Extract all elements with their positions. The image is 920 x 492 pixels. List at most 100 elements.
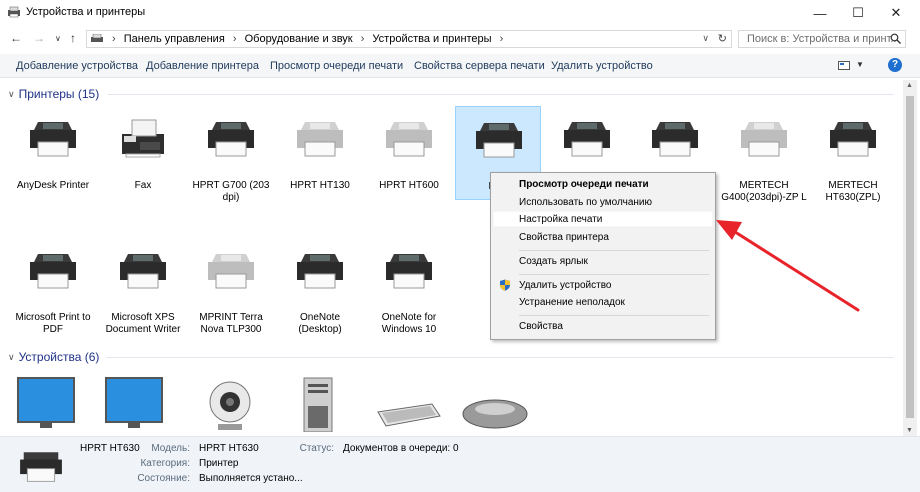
printer-icon — [295, 116, 345, 160]
minimize-button[interactable]: — — [800, 0, 840, 26]
webcam-icon[interactable] — [200, 376, 260, 435]
breadcrumb-control-panel[interactable]: Панель управления — [124, 33, 225, 45]
printers-group-header[interactable]: ∨ Принтеры (15) — [8, 87, 99, 101]
printer-label: MERTECH G400(203dpi)-ZP L — [721, 180, 807, 203]
breadcrumb-hardware-sound[interactable]: Оборудование и звук — [245, 33, 353, 45]
uac-shield-icon — [500, 279, 510, 291]
forward-arrow-icon[interactable]: → — [33, 31, 45, 45]
printer-icon — [384, 248, 434, 292]
menu-item-set-default[interactable]: Использовать по умолчанию — [519, 197, 652, 208]
printer-icon — [562, 116, 612, 160]
printer-icon — [118, 248, 168, 292]
menu-item-view-queue[interactable]: Просмотр очереди печати — [519, 179, 649, 190]
details-model-value: HPRT HT630 — [199, 443, 259, 454]
breadcrumb: › Панель управления › Оборудование и зву… — [107, 33, 508, 45]
refresh-icon[interactable]: ↻ — [718, 32, 727, 45]
menu-item-printing-preferences[interactable]: Настройка печати — [519, 214, 602, 225]
context-menu: Просмотр очереди печати Использовать по … — [490, 172, 716, 340]
details-device-name: HPRT HT630 — [80, 443, 140, 454]
printer-label: Microsoft Print to PDF — [15, 312, 91, 335]
printer-label: MPRINT Terra Nova TLP300 — [199, 312, 263, 335]
menu-item-properties[interactable]: Свойства — [519, 321, 563, 332]
window-title: Устройства и принтеры — [26, 6, 146, 18]
printer-label: Fax — [134, 180, 152, 191]
printer-icon — [28, 248, 78, 292]
menu-separator — [519, 250, 709, 251]
details-category-value: Принтер — [199, 458, 239, 469]
close-button[interactable]: ✕ — [876, 0, 916, 26]
address-dropdown-icon[interactable]: ∨ — [702, 33, 709, 44]
scroll-down-icon[interactable]: ▼ — [906, 427, 913, 434]
devices-group-title: Устройства (6) — [18, 350, 100, 364]
mouse-icon[interactable] — [460, 376, 530, 435]
details-status-key: Статус: — [299, 443, 334, 454]
help-icon[interactable]: ? — [888, 58, 902, 72]
up-arrow-icon[interactable]: ↑ — [70, 31, 76, 45]
scrollbar-thumb[interactable] — [906, 96, 914, 418]
details-state-value: Выполняется устано... — [199, 473, 303, 484]
add-printer-button[interactable]: Добавление принтера — [146, 60, 259, 72]
details-status-value: Документов в очереди: 0 — [343, 443, 459, 454]
printer-label: OneNote (Desktop) — [298, 312, 342, 335]
devices-group-header[interactable]: ∨ Устройства (6) — [8, 350, 99, 364]
computer-icon[interactable] — [288, 376, 348, 435]
breadcrumb-separator: › — [112, 33, 116, 45]
details-category-key: Категория: — [140, 458, 190, 469]
group-divider — [108, 94, 894, 95]
printers-group-title: Принтеры (15) — [18, 87, 100, 101]
printer-icon — [474, 117, 524, 161]
fax-icon — [118, 116, 168, 160]
printer-icon — [206, 248, 256, 292]
printer-label: OneNote for Windows 10 — [381, 312, 437, 335]
search-input[interactable]: Поиск в: Устройства и принт... — [738, 30, 906, 48]
view-dropdown-icon[interactable]: ▼ — [856, 60, 864, 69]
control-panel-icon — [91, 34, 103, 42]
printer-icon — [295, 248, 345, 292]
address-bar[interactable]: › Панель управления › Оборудование и зву… — [86, 30, 732, 48]
menu-item-remove-device[interactable]: Удалить устройство — [519, 280, 611, 291]
group-divider — [106, 357, 894, 358]
back-arrow-icon[interactable]: ← — [10, 31, 22, 45]
maximize-button[interactable]: ☐ — [838, 0, 878, 26]
printer-icon — [28, 116, 78, 160]
keyboard-icon[interactable] — [372, 376, 442, 435]
printer-label: Microsoft XPS Document Writer — [105, 312, 181, 335]
printer-icon — [20, 452, 62, 482]
print-server-properties-button[interactable]: Свойства сервера печати — [414, 60, 545, 72]
printer-label: HPRT G700 (203 dpi) — [192, 180, 270, 203]
collapse-chevron-icon[interactable]: ∨ — [8, 89, 15, 100]
devices-printers-icon — [8, 6, 20, 18]
menu-item-troubleshoot[interactable]: Устранение неполадок — [519, 297, 625, 308]
printer-label: AnyDesk Printer — [16, 180, 90, 191]
printer-icon — [828, 116, 878, 160]
monitor-icon[interactable] — [16, 376, 76, 435]
printer-label: HPRT HT130 — [290, 180, 350, 191]
scroll-up-icon[interactable]: ▲ — [906, 82, 913, 89]
printer-label: MERTECH HT630(ZPL) — [825, 180, 881, 203]
printer-icon — [384, 116, 434, 160]
menu-item-create-shortcut[interactable]: Создать ярлык — [519, 256, 588, 267]
printer-icon — [206, 116, 256, 160]
change-view-icon[interactable] — [838, 61, 850, 70]
menu-item-printer-properties[interactable]: Свойства принтера — [519, 232, 609, 243]
title-bar: Устройства и принтеры — ☐ ✕ — [0, 0, 920, 26]
printer-icon — [650, 116, 700, 160]
recent-chevron-down-icon[interactable]: ∨ — [55, 34, 61, 43]
details-state-key: Состояние: — [137, 473, 190, 484]
details-model-key: Модель: — [151, 443, 190, 454]
search-placeholder: Поиск в: Устройства и принт... — [747, 33, 900, 45]
vertical-scrollbar[interactable]: ▲ ▼ — [903, 80, 917, 436]
breadcrumb-separator: › — [499, 33, 504, 45]
monitor-icon[interactable] — [104, 376, 164, 435]
address-row: ← → ∨ ↑ › Панель управления › Оборудован… — [0, 28, 920, 50]
search-icon[interactable] — [890, 33, 901, 44]
remove-device-button[interactable]: Удалить устройство — [551, 60, 653, 72]
printer-label: HPRT HT600 — [379, 180, 439, 191]
menu-separator — [519, 315, 709, 316]
collapse-chevron-icon[interactable]: ∨ — [8, 352, 15, 363]
breadcrumb-separator: › — [232, 33, 237, 45]
add-device-button[interactable]: Добавление устройства — [16, 60, 138, 72]
breadcrumb-devices-printers[interactable]: Устройства и принтеры — [372, 33, 491, 45]
view-print-queue-button[interactable]: Просмотр очереди печати — [270, 60, 403, 72]
annotation-arrow-icon — [716, 220, 860, 312]
